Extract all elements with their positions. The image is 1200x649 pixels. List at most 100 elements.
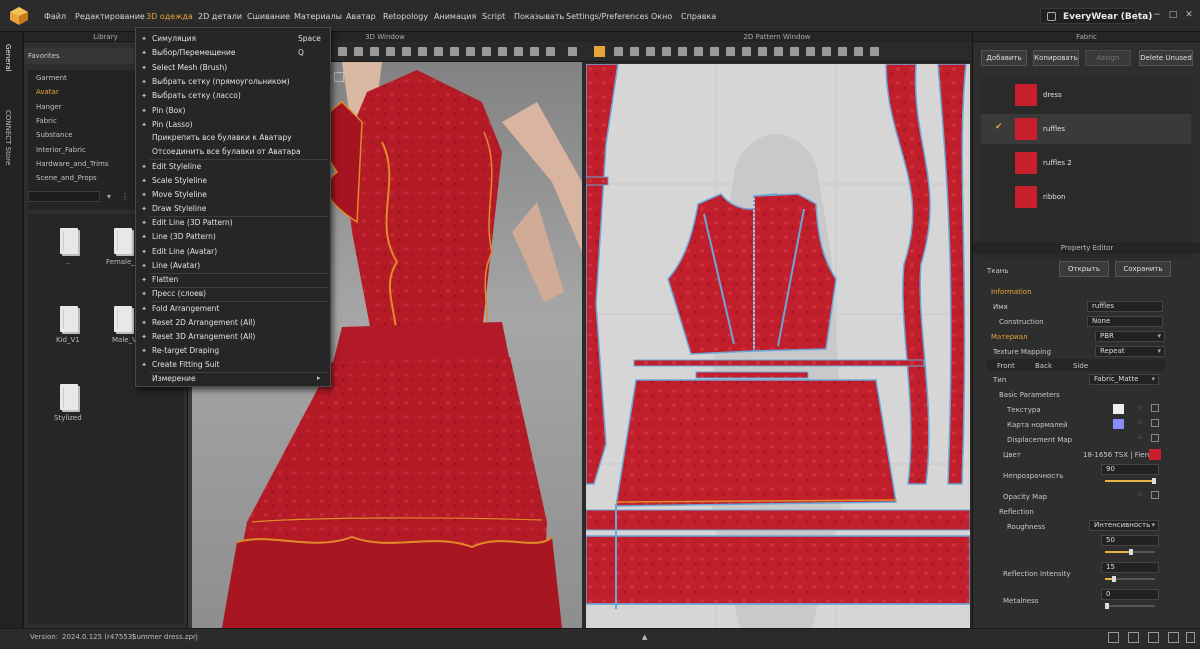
save-button[interactable]: Сохранить	[1115, 261, 1171, 277]
name-field[interactable]: ruffles	[1087, 301, 1163, 312]
metalness-field[interactable]: 0	[1101, 589, 1159, 600]
tree-item-scene-props[interactable]: Scene_and_Props	[36, 174, 97, 182]
menu-retopology[interactable]: Retopology	[383, 12, 428, 21]
roughness-field[interactable]: 50	[1101, 535, 1159, 546]
tree-item-fabric[interactable]: Fabric	[36, 117, 57, 125]
basic-params-header[interactable]: Basic Parameters	[999, 391, 1060, 399]
opacity-map-options-icon[interactable]: ⁘	[1137, 491, 1145, 499]
menu-avatar[interactable]: Аватар	[346, 12, 376, 21]
menu-item[interactable]: ✦ Select Mesh (Brush)	[136, 61, 332, 75]
viewport-mode-icon[interactable]	[334, 72, 344, 82]
tab-side[interactable]: Side	[1073, 362, 1088, 370]
layout-icon-2[interactable]	[1128, 632, 1139, 643]
normal-map-label[interactable]: Карта нормалей	[1007, 421, 1068, 429]
open-button[interactable]: Открыть	[1059, 261, 1109, 277]
menu-item[interactable]: ✦ Edit Styleline	[136, 160, 332, 174]
fabric-item-selected[interactable]: ✔ ruffles	[981, 114, 1191, 144]
menu-item[interactable]: ✦ Выбор/Перемещение Q	[136, 46, 332, 60]
menu-script[interactable]: Script	[482, 12, 505, 21]
opacity-map-label[interactable]: Opacity Map	[1003, 493, 1047, 501]
menu-sewing[interactable]: Сшивание	[247, 12, 290, 21]
reflection-header[interactable]: Reflection	[999, 508, 1034, 516]
layout-icon-3[interactable]	[1148, 632, 1159, 643]
roughness-label[interactable]: Roughness	[1007, 523, 1045, 531]
menu-animation[interactable]: Анимация	[434, 12, 476, 21]
library-file-stylized[interactable]: Stylized	[46, 384, 90, 448]
texture-mapping-select[interactable]: Repeat	[1095, 346, 1165, 357]
library-file-kid[interactable]: Kid_V1	[46, 306, 90, 370]
fabric-item[interactable]: dress	[981, 80, 1191, 110]
menu-item[interactable]: Отсоединить все булавки от Аватара	[136, 145, 332, 159]
menu-item[interactable]: ✦ Pin (Box)	[136, 104, 332, 118]
menu-item[interactable]: ✦ Scale Styleline	[136, 174, 332, 188]
tree-item-hanger[interactable]: Hanger	[36, 103, 62, 111]
normal-delete-icon[interactable]	[1151, 419, 1159, 427]
tab-connect-store[interactable]: CONNECT Store	[4, 110, 12, 165]
metalness-slider[interactable]	[1105, 603, 1155, 609]
menu-item[interactable]: ✦ Пресс (слоев)	[136, 287, 332, 301]
filter-icon[interactable]: ▾	[104, 192, 114, 202]
tree-item-hardware-trims[interactable]: Hardware_and_Trims	[36, 160, 109, 168]
material-select[interactable]: PBR	[1095, 331, 1165, 342]
menu-item[interactable]: Прикрепить все булавки к Аватару	[136, 131, 332, 145]
color-swatch[interactable]	[1149, 449, 1161, 460]
menu-item[interactable]: ✦ Выбрать сетку (прямоугольником)	[136, 75, 332, 89]
layout-icon-1[interactable]	[1108, 632, 1119, 643]
minimize-icon[interactable]: −	[1152, 10, 1162, 20]
menu-item[interactable]: ✦ Draw Styleline	[136, 202, 332, 216]
menu-item[interactable]: ✦ Flatten	[136, 273, 332, 287]
menu-window[interactable]: Окно	[651, 12, 672, 21]
opacity-map-delete-icon[interactable]	[1151, 491, 1159, 499]
type-select[interactable]: Fabric_Matte	[1089, 374, 1159, 385]
delete-unused-button[interactable]: Delete Unused	[1139, 50, 1193, 66]
material-header[interactable]: Материал	[991, 333, 1027, 341]
texture-delete-icon[interactable]	[1151, 404, 1159, 412]
displacement-label[interactable]: Displacement Map	[1007, 436, 1072, 444]
menu-display[interactable]: Показывать	[514, 12, 564, 21]
texture-swatch[interactable]	[1113, 404, 1124, 414]
menu-item[interactable]: ✦ Симуляция Space	[136, 32, 332, 46]
reflection-intensity-knob[interactable]	[1112, 576, 1116, 582]
menu-item[interactable]: ✦ Edit Line (Avatar)	[136, 245, 332, 259]
roughness-mode-select[interactable]: Интенсивность	[1089, 520, 1159, 531]
menu-item[interactable]: ✦ Выбрать сетку (лассо)	[136, 89, 332, 103]
fabric-item[interactable]: ribbon	[981, 182, 1191, 212]
menu-edit[interactable]: Редактирование	[75, 12, 145, 21]
menu-item[interactable]: Измерение ▸	[136, 372, 332, 386]
opacity-field[interactable]: 90	[1101, 464, 1159, 475]
opacity-slider[interactable]	[1105, 478, 1156, 484]
layout-icon-4[interactable]	[1168, 632, 1179, 643]
menu-item[interactable]: ✦ Pin (Lasso)	[136, 118, 332, 132]
tab-general[interactable]: General	[4, 44, 12, 72]
layout-icon-5[interactable]	[1186, 632, 1195, 643]
add-fabric-button[interactable]: Добавить	[981, 50, 1027, 66]
library-search-input[interactable]	[28, 191, 100, 202]
tree-item-interior-fabric[interactable]: Interior_Fabric	[36, 146, 86, 154]
information-header[interactable]: Information	[991, 288, 1032, 296]
displacement-options-icon[interactable]: ⁘	[1137, 434, 1145, 442]
2d-pattern-viewport[interactable]	[585, 63, 971, 628]
assign-fabric-button[interactable]: Assign	[1085, 50, 1131, 66]
texture-label[interactable]: Текстура	[1007, 406, 1041, 414]
copy-fabric-button[interactable]: Копировать	[1033, 50, 1079, 66]
library-file-up[interactable]: ..	[46, 228, 90, 292]
menu-help[interactable]: Справка	[681, 12, 716, 21]
expand-up-icon[interactable]: ▲	[642, 633, 647, 641]
menu-file[interactable]: Файл	[44, 12, 66, 21]
roughness-slider[interactable]	[1105, 549, 1155, 555]
tab-back[interactable]: Back	[1035, 362, 1052, 370]
reflection-intensity-field[interactable]: 15	[1101, 562, 1159, 573]
menu-3d-garment[interactable]: 3D одежда	[146, 12, 193, 21]
menu-settings[interactable]: Settings/Preferences	[566, 12, 649, 21]
menu-item[interactable]: ✦ Line (3D Pattern)	[136, 230, 332, 244]
menu-item[interactable]: ✦ Line (Avatar)	[136, 259, 332, 273]
menu-item[interactable]: ✦ Move Styleline	[136, 188, 332, 202]
tab-front[interactable]: Front	[997, 362, 1015, 370]
clo-logo-icon[interactable]	[9, 6, 29, 26]
tree-item-substance[interactable]: Substance	[36, 131, 73, 139]
reflection-intensity-slider[interactable]	[1105, 576, 1155, 582]
tree-item-garment[interactable]: Garment	[36, 74, 67, 82]
menu-item[interactable]: ✦ Create Fitting Suit	[136, 358, 332, 372]
menu-item[interactable]: ✦ Reset 3D Arrangement (All)	[136, 330, 332, 344]
tree-item-avatar[interactable]: Avatar	[36, 88, 59, 96]
